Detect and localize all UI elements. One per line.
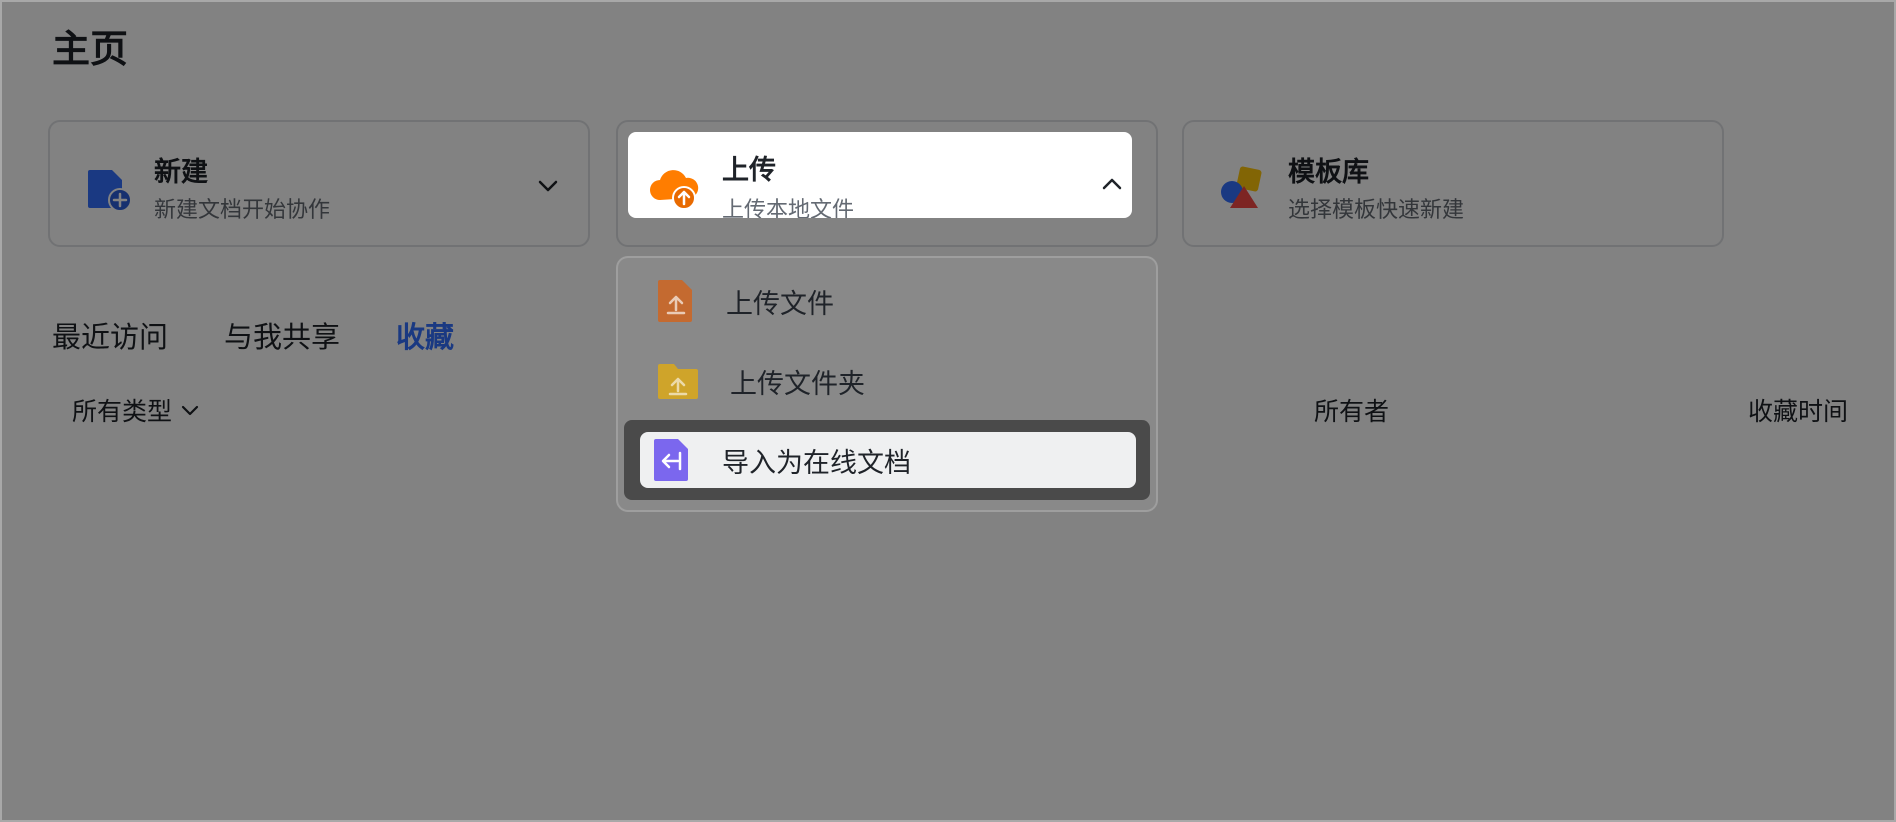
upload-card-title: 上传 [722,155,776,186]
chevron-up-icon[interactable] [1098,170,1126,198]
menu-item-label: 导入为在线文档 [722,447,911,479]
menu-item-upload-folder[interactable]: 上传文件夹 [626,346,1148,416]
cloud-upload-icon [650,170,699,210]
upload-button[interactable]: 上传 上传本地文件 [628,132,1132,218]
upload-card-subtitle: 上传本地文件 [722,198,855,218]
menu-item-import-online-doc[interactable]: 导入为在线文档 [624,420,1150,500]
upload-dropdown-menu: 上传文件 上传文件夹 导入为在线文档 [616,256,1158,512]
menu-item-upload-file[interactable]: 上传文件 [626,266,1148,336]
upload-file-icon [658,280,692,322]
import-doc-icon [654,439,688,481]
upload-folder-icon [658,364,698,399]
menu-item-label: 上传文件夹 [730,368,865,400]
menu-item-label: 上传文件 [726,288,834,320]
